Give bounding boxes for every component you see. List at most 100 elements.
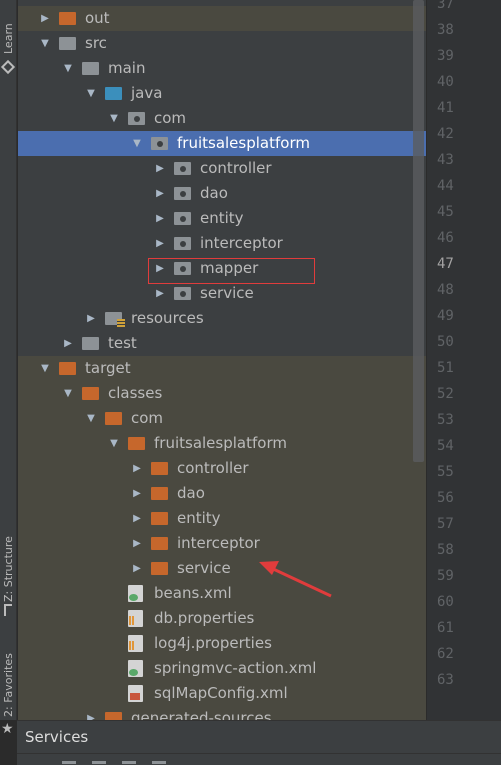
tree-row-src[interactable]: ▼ src	[18, 31, 426, 56]
collapsed-arrow-icon[interactable]: ▶	[85, 306, 97, 331]
tree-row-com[interactable]: ▼ com	[18, 406, 426, 431]
tree-row-dao[interactable]: ▶ dao	[18, 181, 426, 206]
tree-row-interceptor[interactable]: ▶ interceptor	[18, 531, 426, 556]
package-gray-icon	[174, 237, 191, 250]
expanded-arrow-icon[interactable]: ▼	[39, 31, 51, 56]
collapsed-arrow-icon[interactable]: ▶	[131, 506, 143, 531]
line-number: 58	[437, 542, 454, 558]
package-gray-icon	[174, 162, 191, 175]
folder-orange-icon	[128, 437, 145, 450]
collapsed-arrow-icon[interactable]: ▶	[154, 156, 166, 181]
tree-row-interceptor[interactable]: ▶ interceptor	[18, 231, 426, 256]
tree-item-label: test	[108, 334, 137, 352]
collapsed-arrow-icon[interactable]: ▶	[131, 556, 143, 581]
favorites-tab[interactable]: 2: Favorites	[0, 645, 17, 725]
expanded-arrow-icon[interactable]: ▼	[62, 56, 74, 81]
line-number: 44	[437, 178, 454, 194]
learn-tab[interactable]: Learn	[0, 0, 17, 60]
tree-row-com[interactable]: ▼ com	[18, 106, 426, 131]
tree-row-service[interactable]: ▶ service	[18, 281, 426, 306]
tree-row-beans-xml[interactable]: beans.xml	[18, 581, 426, 606]
folder-orange-icon	[151, 462, 168, 475]
tree-item-label: fruitsalesplatform	[154, 434, 287, 452]
tree-row-entity[interactable]: ▶ entity	[18, 506, 426, 531]
collapsed-arrow-icon[interactable]: ▶	[154, 281, 166, 306]
line-number: 45	[437, 204, 454, 220]
tree-item-label: service	[177, 559, 231, 577]
collapsed-arrow-icon[interactable]: ▶	[39, 6, 51, 31]
collapsed-arrow-icon[interactable]: ▶	[131, 531, 143, 556]
structure-icon	[4, 604, 12, 616]
line-number: 46	[437, 230, 454, 246]
folder-gray-icon	[59, 37, 76, 50]
tree-row-controller[interactable]: ▶ controller	[18, 456, 426, 481]
tree-row-main[interactable]: ▼ main	[18, 56, 426, 81]
tree-row-db-properties[interactable]: db.properties	[18, 606, 426, 631]
tree-row-classes[interactable]: ▼ classes	[18, 381, 426, 406]
tree-item-label: sqlMapConfig.xml	[154, 684, 288, 702]
filter-icon[interactable]	[152, 761, 166, 764]
expanded-arrow-icon[interactable]: ▼	[39, 356, 51, 381]
collapsed-arrow-icon[interactable]: ▶	[62, 331, 74, 356]
collapse-all-icon[interactable]	[62, 761, 76, 764]
expanded-arrow-icon[interactable]: ▼	[131, 131, 143, 156]
tree-item-label: springmvc-action.xml	[154, 659, 317, 677]
editor-gutter: 37 38 39 40 41 42 43 44 45 46 47 48 49 50 51 52 53 54 55 56…	[426, 0, 501, 720]
collapsed-arrow-icon[interactable]: ▶	[85, 706, 97, 720]
tree-row-entity[interactable]: ▶ entity	[18, 206, 426, 231]
tree-row-sqlmapconfig-xml[interactable]: sqlMapConfig.xml	[18, 681, 426, 706]
tree-row-test[interactable]: ▶ test	[18, 331, 426, 356]
expanded-arrow-icon[interactable]: ▼	[85, 81, 97, 106]
collapsed-arrow-icon[interactable]: ▶	[154, 181, 166, 206]
tree-row-service[interactable]: ▶ service	[18, 556, 426, 581]
tree-row-out[interactable]: ▶ out	[18, 6, 426, 31]
tree-item-label: interceptor	[177, 534, 260, 552]
tree-item-label: resources	[131, 309, 204, 327]
tree-item-label: controller	[177, 459, 249, 477]
tree-row-dao[interactable]: ▶ dao	[18, 481, 426, 506]
tree-row-target[interactable]: ▼ target	[18, 356, 426, 381]
tree-row-fruitsalesplatform[interactable]: ▼ fruitsalesplatform	[18, 431, 426, 456]
line-number: 55	[437, 464, 454, 480]
tree-row-log4j-properties[interactable]: log4j.properties	[18, 631, 426, 656]
collapsed-arrow-icon[interactable]: ▶	[131, 456, 143, 481]
tree-item-label: controller	[200, 159, 272, 177]
tree-row-fruitsalesplatform[interactable]: ▼ fruitsalesplatform	[18, 131, 426, 156]
folder-blue-icon	[105, 87, 122, 100]
properties-file-icon	[128, 610, 143, 627]
package-gray-icon	[174, 187, 191, 200]
line-number: 52	[437, 386, 454, 402]
tree-item-label: target	[85, 359, 131, 377]
group-by-icon[interactable]	[122, 761, 136, 764]
tree-row-resources[interactable]: ▶ resources	[18, 306, 426, 331]
config-file-icon	[128, 685, 143, 702]
expand-all-icon[interactable]	[92, 761, 106, 764]
tree-item-label: dao	[200, 184, 228, 202]
collapsed-arrow-icon[interactable]: ▶	[131, 481, 143, 506]
line-number: 56	[437, 490, 454, 506]
folder-orange-icon	[151, 487, 168, 500]
package-gray-icon	[174, 212, 191, 225]
expanded-arrow-icon[interactable]: ▼	[108, 431, 120, 456]
tree-scrollbar[interactable]	[413, 0, 424, 462]
expanded-arrow-icon[interactable]: ▼	[62, 381, 74, 406]
expanded-arrow-icon[interactable]: ▼	[108, 106, 120, 131]
expanded-arrow-icon[interactable]: ▼	[85, 406, 97, 431]
tree-item-label: db.properties	[154, 609, 255, 627]
line-number: 39	[437, 48, 454, 64]
tree-row-java[interactable]: ▼ java	[18, 81, 426, 106]
tree-row-controller[interactable]: ▶ controller	[18, 156, 426, 181]
tree-row-springmvc-action-xml[interactable]: springmvc-action.xml	[18, 656, 426, 681]
tree-row-generated-sources[interactable]: ▶ generated-sources	[18, 706, 426, 720]
collapsed-arrow-icon[interactable]: ▶	[154, 206, 166, 231]
tree-item-label: java	[131, 84, 163, 102]
line-number: 49	[437, 308, 454, 324]
package-gray-icon	[174, 287, 191, 300]
tree-item-label: dao	[177, 484, 205, 502]
mapper-highlight-annotation	[148, 258, 315, 284]
collapsed-arrow-icon[interactable]: ▶	[154, 231, 166, 256]
services-tool-window-header[interactable]: Services	[17, 720, 501, 753]
line-number: 57	[437, 516, 454, 532]
folder-gray-icon	[82, 337, 99, 350]
line-number: 48	[437, 282, 454, 298]
